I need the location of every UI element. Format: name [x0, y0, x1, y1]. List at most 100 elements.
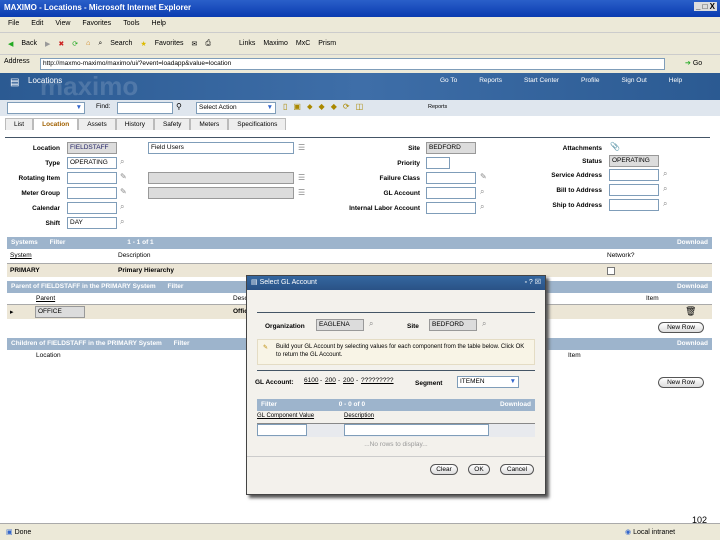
find-input[interactable] — [117, 102, 173, 114]
tab-specifications[interactable]: Specifications — [228, 118, 287, 130]
link-maximo[interactable]: Maximo — [263, 40, 288, 47]
organization-lookup-icon[interactable]: ⌕ — [369, 319, 373, 329]
systems-filter-button[interactable]: Filter — [50, 239, 66, 246]
shift-field[interactable]: DAY — [67, 217, 117, 229]
address-input[interactable]: http://maxmo-maximo/maximo/ui/?event=loa… — [40, 58, 665, 70]
failure-class-field[interactable] — [426, 172, 476, 184]
reports-link[interactable]: Reports — [428, 104, 447, 110]
delete-row-icon[interactable]: 🗑 — [685, 306, 696, 317]
parent-new-row-button[interactable]: New Row — [658, 322, 704, 333]
link-prism[interactable]: Prism — [318, 40, 336, 47]
cancel-button[interactable]: Cancel — [500, 464, 534, 475]
tab-safety[interactable]: Safety — [153, 118, 191, 130]
print-icon[interactable]: ⎙ — [205, 40, 211, 48]
tab-location[interactable]: Location — [33, 118, 79, 130]
col-gl-component-value[interactable]: GL Component Value — [257, 413, 314, 419]
gl-segment-3[interactable]: 200 — [343, 377, 354, 384]
toolbar-action-icons[interactable]: ▯▣⬥◆◆⟳◫ — [283, 102, 369, 112]
long-description-icon[interactable]: ☰ — [298, 173, 305, 182]
gl-account-field[interactable] — [426, 187, 476, 199]
rotating-item-field[interactable] — [67, 172, 117, 184]
menu-edit[interactable]: Edit — [31, 20, 43, 29]
select-action-dropdown[interactable]: Select Action ▼ — [196, 102, 276, 114]
nav-profile[interactable]: Profile — [581, 77, 599, 84]
gl-download-link[interactable]: Download — [500, 401, 531, 408]
long-description-icon[interactable]: ☰ — [298, 143, 305, 152]
mail-icon[interactable]: ✉ — [192, 40, 198, 48]
failure-class-detail-icon[interactable]: ✎ — [480, 172, 487, 181]
bill-to-address-lookup-icon[interactable]: ⌕ — [663, 184, 667, 194]
query-select[interactable]: ▼ — [7, 102, 85, 114]
gl-component-filter-input[interactable] — [257, 424, 307, 436]
favorites-button[interactable]: Favorites — [155, 40, 184, 47]
col-parent[interactable]: Parent — [36, 295, 55, 302]
gl-filter-button[interactable]: Filter — [261, 401, 277, 408]
menu-help[interactable]: Help — [152, 20, 166, 29]
tab-list[interactable]: List — [5, 118, 34, 130]
ok-button[interactable]: OK — [468, 464, 490, 475]
children-download-link[interactable]: Download — [677, 340, 708, 347]
home-icon[interactable]: ⌂ — [86, 40, 90, 47]
rotating-item-detail-icon[interactable]: ✎ — [120, 172, 127, 181]
search-button[interactable]: Search — [110, 40, 132, 47]
calendar-lookup-icon[interactable]: ⌕ — [120, 202, 124, 212]
systems-download-link[interactable]: Download — [677, 239, 708, 246]
col-description[interactable]: Description — [344, 413, 374, 419]
parent-filter-button[interactable]: Filter — [168, 283, 184, 290]
gl-segment-1[interactable]: 6100 — [304, 377, 318, 384]
window-controls[interactable]: _ □ X — [693, 2, 717, 11]
parent-field[interactable]: OFFICE — [35, 306, 85, 318]
menu-view[interactable]: View — [55, 20, 70, 29]
search-icon[interactable]: ⌕ — [98, 40, 102, 48]
row-expand-icon[interactable]: ▸ — [10, 308, 14, 316]
refresh-icon[interactable]: ⟳ — [72, 40, 78, 48]
tab-meters[interactable]: Meters — [190, 118, 229, 130]
long-description-icon[interactable]: ☰ — [298, 188, 305, 197]
stop-icon[interactable]: ✖ — [58, 40, 64, 48]
back-icon[interactable]: ◀ — [8, 40, 13, 48]
nav-help[interactable]: Help — [669, 77, 682, 84]
nav-reports[interactable]: Reports — [479, 77, 502, 84]
back-button[interactable]: Back — [21, 40, 37, 47]
link-mxc[interactable]: MxC — [296, 40, 310, 47]
go-button[interactable]: ➔ Go — [685, 59, 702, 67]
site-lookup-icon[interactable]: ⌕ — [482, 319, 486, 329]
nav-sign-out[interactable]: Sign Out — [621, 77, 646, 84]
menu-favorites[interactable]: Favorites — [82, 20, 111, 29]
location-description-field[interactable]: Field Users — [148, 142, 294, 154]
shift-lookup-icon[interactable]: ⌕ — [120, 217, 124, 227]
service-address-field[interactable] — [609, 169, 659, 181]
dialog-title-bar[interactable]: ▤ Select GL Account ▫ ? ☒ — [247, 276, 545, 290]
meter-group-field[interactable] — [67, 187, 117, 199]
favorites-icon[interactable]: ★ — [140, 40, 146, 48]
description-filter-input[interactable] — [344, 424, 489, 436]
meter-group-detail-icon[interactable]: ✎ — [120, 187, 127, 196]
internal-labor-account-lookup-icon[interactable]: ⌕ — [480, 202, 484, 212]
nav-start-center[interactable]: Start Center — [524, 77, 559, 84]
attachments-icon[interactable]: 📎 — [610, 142, 620, 151]
children-filter-button[interactable]: Filter — [174, 340, 190, 347]
gl-segment-2[interactable]: 200 — [325, 377, 336, 384]
type-field[interactable]: OPERATING — [67, 157, 117, 169]
ship-to-address-lookup-icon[interactable]: ⌕ — [663, 199, 667, 209]
gl-account-lookup-icon[interactable]: ⌕ — [480, 187, 484, 197]
nav-goto[interactable]: Go To — [440, 77, 457, 84]
calendar-field[interactable] — [67, 202, 117, 214]
forward-icon[interactable]: ▶ — [45, 40, 50, 48]
network-checkbox[interactable] — [607, 267, 615, 275]
tab-history[interactable]: History — [115, 118, 154, 130]
location-field[interactable]: FIELDSTAFF — [67, 142, 117, 154]
priority-field[interactable] — [426, 157, 450, 169]
tab-assets[interactable]: Assets — [78, 118, 116, 130]
bill-to-address-field[interactable] — [609, 184, 659, 196]
menu-tools[interactable]: Tools — [123, 20, 139, 29]
parent-download-link[interactable]: Download — [677, 283, 708, 290]
type-lookup-icon[interactable]: ⌕ — [120, 157, 124, 167]
gl-segment-4[interactable]: ????????? — [361, 377, 394, 384]
ship-to-address-field[interactable] — [609, 199, 659, 211]
dialog-help-close-icons[interactable]: ▫ ? ☒ — [524, 278, 541, 286]
col-system[interactable]: System — [10, 252, 32, 259]
service-address-lookup-icon[interactable]: ⌕ — [663, 169, 667, 179]
menu-file[interactable]: File — [8, 20, 19, 29]
children-new-row-button[interactable]: New Row — [658, 377, 704, 388]
